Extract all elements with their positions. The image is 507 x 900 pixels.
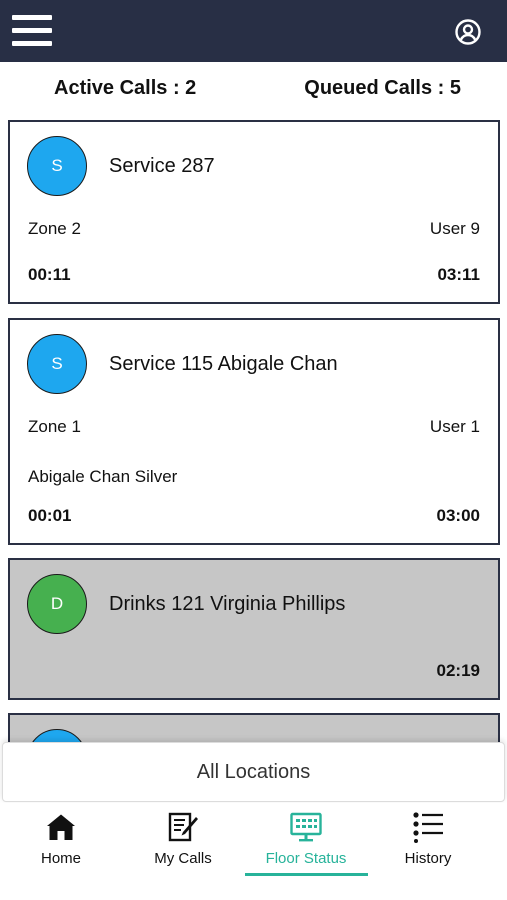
call-time: 03:11 bbox=[437, 265, 480, 284]
tab-floor-status[interactable]: Floor Status bbox=[245, 803, 367, 879]
call-user: User 9 bbox=[429, 219, 480, 238]
hamburger-menu-icon[interactable] bbox=[12, 15, 52, 47]
tab-home-label: Home bbox=[40, 850, 81, 867]
call-time: 03:00 bbox=[436, 506, 480, 525]
tab-history-label: History bbox=[404, 850, 452, 867]
call-card[interactable] bbox=[8, 713, 500, 743]
app-header bbox=[0, 0, 507, 62]
call-title: Service 287 bbox=[109, 155, 215, 177]
selected-tab-indicator bbox=[245, 873, 368, 876]
location-filter-button[interactable]: All Locations bbox=[2, 742, 505, 802]
queued-calls-count: Queued Calls : 5 bbox=[304, 77, 461, 99]
tab-history[interactable]: History bbox=[367, 803, 489, 879]
call-zone: Zone 1 bbox=[28, 417, 81, 436]
home-icon bbox=[47, 814, 75, 840]
call-avatar bbox=[27, 729, 87, 743]
call-card[interactable]: S Service 115 Abigale Chan Zone 1 User 1… bbox=[8, 318, 500, 545]
active-calls-count: Active Calls : 2 bbox=[54, 77, 197, 99]
edit-document-icon bbox=[168, 812, 198, 842]
call-zone: Zone 2 bbox=[28, 219, 81, 238]
tab-my-calls[interactable]: My Calls bbox=[122, 803, 244, 879]
user-circle-icon[interactable] bbox=[454, 18, 482, 46]
list-icon bbox=[413, 812, 443, 843]
monitor-grid-icon bbox=[290, 812, 322, 842]
tab-my-calls-label: My Calls bbox=[154, 850, 212, 867]
tab-floor-status-label: Floor Status bbox=[265, 850, 347, 867]
call-avatar: D bbox=[27, 574, 87, 634]
call-title: Service 115 Abigale Chan bbox=[109, 353, 338, 375]
call-time: 02:19 bbox=[436, 661, 480, 680]
tab-home[interactable]: Home bbox=[0, 803, 122, 879]
call-note: Abigale Chan Silver bbox=[28, 467, 178, 486]
call-card[interactable]: D Drinks 121 Virginia Phillips 02:19 bbox=[8, 558, 500, 700]
call-elapsed: 00:01 bbox=[28, 506, 72, 525]
call-title: Drinks 121 Virginia Phillips bbox=[109, 593, 346, 615]
call-user: User 1 bbox=[429, 417, 480, 436]
call-elapsed: 00:11 bbox=[28, 265, 71, 284]
call-avatar: S bbox=[27, 334, 87, 394]
call-avatar: S bbox=[27, 136, 87, 196]
bottom-tab-bar: Home My Calls Floor Status History bbox=[0, 803, 507, 900]
call-card[interactable]: S Service 287 Zone 2 User 9 00:11 03:11 bbox=[8, 120, 500, 304]
